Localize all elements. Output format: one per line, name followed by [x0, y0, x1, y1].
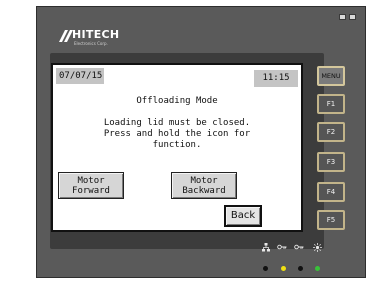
- network-icon: [262, 243, 270, 252]
- hitech-logo-icon: [59, 30, 73, 42]
- menu-key[interactable]: MENU: [317, 66, 345, 86]
- restore-icon[interactable]: [339, 14, 346, 20]
- hmi-screen: 07/07/15 11:15 Offloading Mode Loading l…: [51, 63, 303, 232]
- message-line: Loading lid must be closed.: [103, 118, 251, 128]
- key-icon: [277, 244, 287, 250]
- mode-title: Offloading Mode: [136, 96, 218, 106]
- brand-name: HITECH: [72, 28, 120, 41]
- led-indicator: [298, 266, 303, 271]
- brand-logo: HITECH Electronics Corp.: [57, 28, 137, 49]
- led-indicator: [315, 266, 320, 271]
- f2-key[interactable]: F2: [317, 122, 345, 142]
- button-label-line: Backward: [182, 185, 226, 196]
- led-indicator: [263, 266, 268, 271]
- date-display: 07/07/15: [56, 68, 104, 84]
- f5-key[interactable]: F5: [317, 210, 345, 230]
- button-label-line: Motor: [190, 175, 218, 186]
- power-icon: [313, 243, 322, 252]
- led-indicator: [281, 266, 286, 271]
- message-line: function.: [152, 140, 202, 150]
- back-button[interactable]: Back: [224, 205, 262, 227]
- message-line: Press and hold the icon for: [103, 129, 251, 139]
- brand-subtitle: Electronics Corp.: [74, 41, 108, 46]
- f1-key[interactable]: F1: [317, 94, 345, 114]
- f4-key[interactable]: F4: [317, 182, 345, 202]
- time-display: 11:15: [254, 70, 298, 87]
- button-label-line: Motor: [77, 175, 105, 186]
- f3-key[interactable]: F3: [317, 152, 345, 172]
- motor-forward-button[interactable]: Motor Forward: [58, 172, 124, 199]
- key-icon: [294, 244, 304, 250]
- motor-backward-button[interactable]: Motor Backward: [171, 172, 237, 199]
- button-label-line: Forward: [72, 185, 110, 196]
- close-icon[interactable]: [349, 14, 356, 20]
- instruction-message: Loading lid must be closed. Press and ho…: [63, 118, 291, 151]
